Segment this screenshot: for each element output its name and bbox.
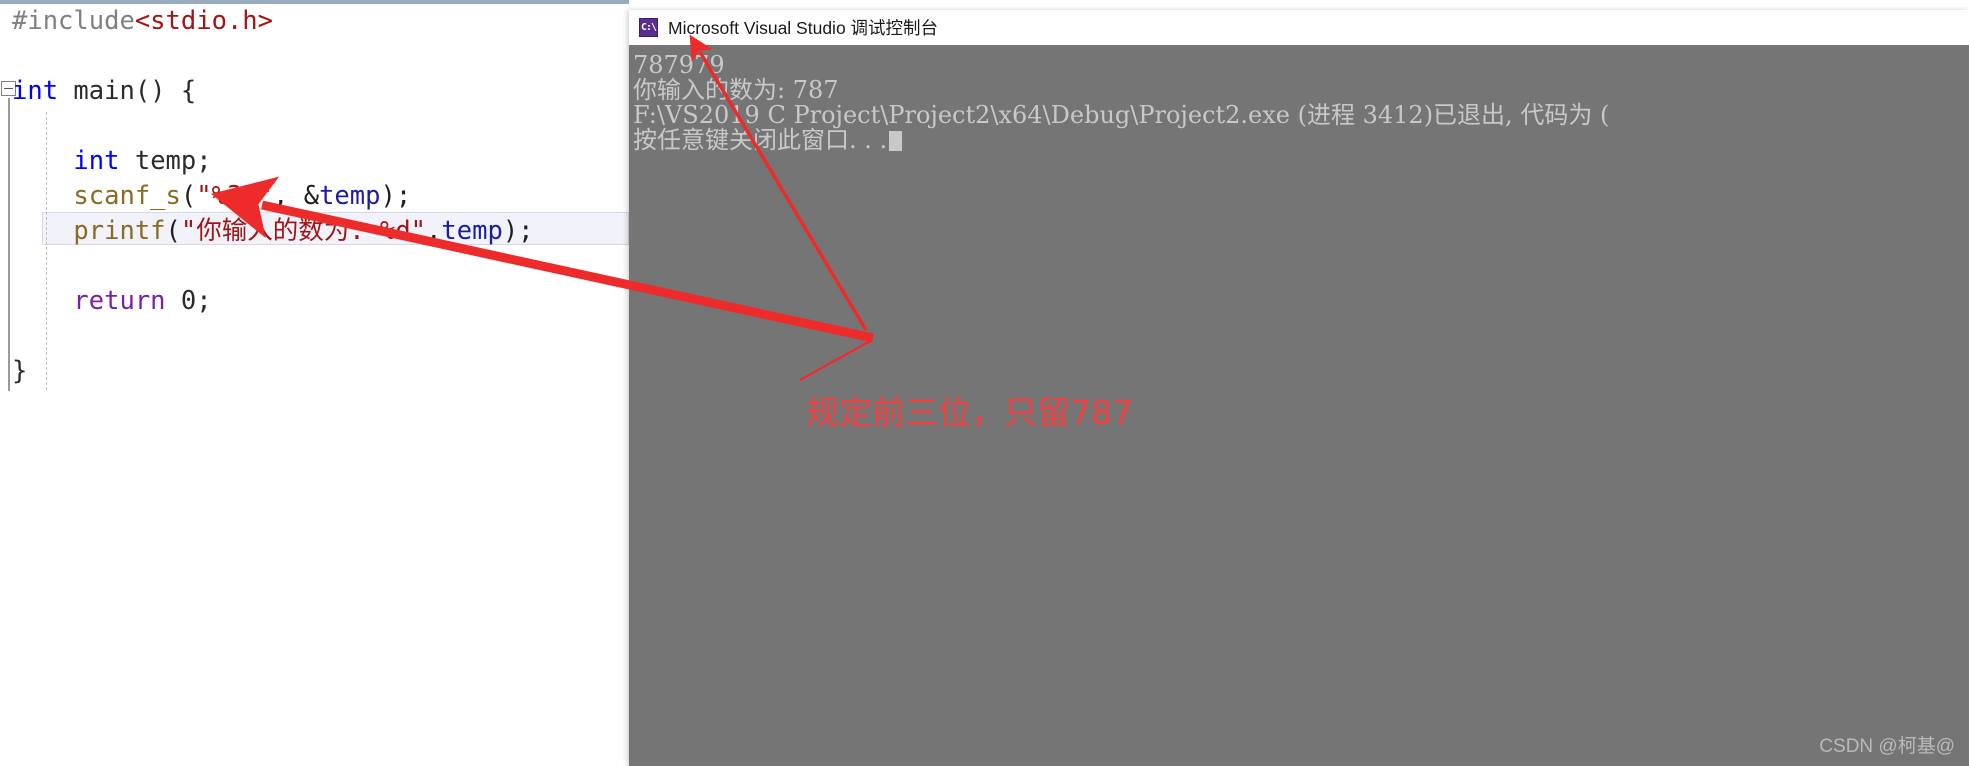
code-token: #include [12, 6, 135, 36]
code-editor-pane[interactable]: #include<stdio.h> int main() { int temp; … [0, 0, 629, 766]
console-app-icon: C:\ [639, 18, 658, 37]
csdn-watermark: CSDN @柯基@ [1819, 736, 1955, 757]
code-token: main() { [58, 76, 197, 106]
code-line[interactable] [0, 39, 629, 74]
console-line: 787979 [633, 51, 725, 79]
code-line[interactable] [0, 249, 629, 284]
code-line[interactable]: return 0; [0, 284, 629, 319]
code-line[interactable]: } [0, 354, 629, 389]
console-line: 你输入的数为: 787 [633, 76, 839, 104]
code-line[interactable]: scanf_s("%3d", &temp); [0, 179, 629, 214]
code-line[interactable]: int main() { [0, 74, 629, 109]
code-line-text: } [12, 354, 27, 389]
code-line[interactable] [0, 319, 629, 354]
code-token: , [426, 216, 442, 246]
code-token: "你输入的数为: %d" [180, 216, 427, 246]
console-titlebar[interactable]: C:\ Microsoft Visual Studio 调试控制台 [629, 10, 1969, 45]
code-token: } [12, 356, 28, 386]
code-token: ( [180, 181, 197, 211]
code-token: ); [502, 216, 534, 246]
code-token: ); [380, 181, 412, 211]
code-line-text: return 0; [12, 284, 212, 319]
code-surface[interactable]: #include<stdio.h> int main() { int temp; … [0, 4, 629, 766]
code-token: return [73, 286, 166, 316]
code-token: scanf_s [73, 181, 181, 211]
console-window[interactable]: C:\ Microsoft Visual Studio 调试控制台 787979… [629, 10, 1969, 766]
code-line[interactable] [0, 109, 629, 144]
code-line[interactable]: int temp; [0, 144, 629, 179]
code-line[interactable]: #include<stdio.h> [0, 4, 629, 39]
code-line-text: scanf_s("%3d", &temp); [12, 179, 411, 214]
code-token: temp [441, 216, 503, 246]
code-line-text: int temp; [12, 144, 212, 179]
code-line[interactable]: printf("你输入的数为: %d",temp); [0, 214, 629, 249]
console-line: F:\VS2019 C Project\Project2\x64\Debug\P… [633, 101, 1610, 129]
code-token: temp [319, 181, 381, 211]
code-token: ( [165, 216, 181, 246]
code-line-text: printf("你输入的数为: %d",temp); [12, 214, 534, 249]
code-token: "%3d" [196, 181, 274, 211]
code-token: <stdio.h> [134, 6, 273, 36]
code-token: int [73, 146, 120, 176]
code-line-text: int main() { [12, 74, 196, 109]
code-token: ; [196, 286, 212, 316]
code-token: printf [73, 216, 166, 246]
code-token: int [12, 76, 59, 106]
code-token: temp; [119, 146, 212, 176]
code-line-text: #include<stdio.h> [12, 4, 273, 39]
console-output-area[interactable]: 787979 你输入的数为: 787 F:\VS2019 C Project\Pro… [629, 45, 1969, 766]
console-line: 按任意键关闭此窗口. . . [633, 126, 888, 154]
code-token: 0 [180, 286, 197, 316]
console-block-cursor [889, 131, 903, 151]
code-token: , & [273, 181, 320, 211]
console-title-text: Microsoft Visual Studio 调试控制台 [668, 18, 939, 38]
